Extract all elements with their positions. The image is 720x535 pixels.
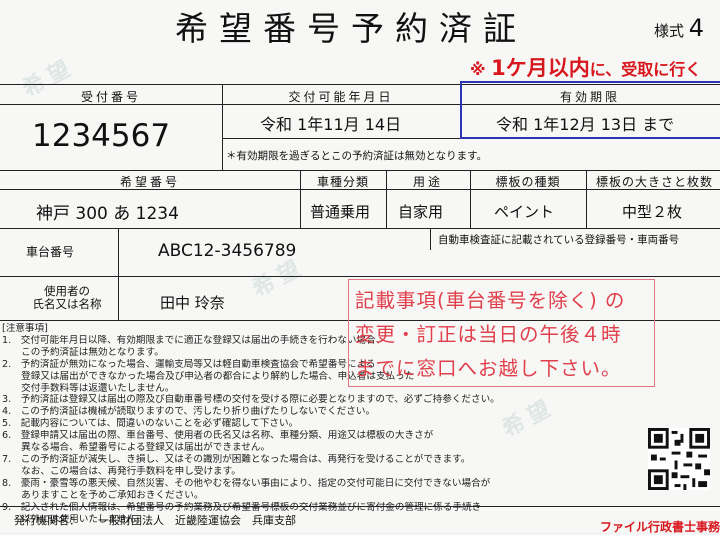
plate-number-header: 希望番号 xyxy=(119,175,180,189)
plate-number: 神戸 300 あ 1234 xyxy=(36,204,179,224)
chassis-number: ABC12-3456789 xyxy=(158,241,297,261)
receipt-number-header: 受付番号 xyxy=(80,90,141,104)
plate-type: ペイント xyxy=(494,203,555,221)
plate-size: 中型２枚 xyxy=(622,203,683,221)
issuer: 発行機関名： 一般財団法人 近畿陸運協会 兵庫支部 xyxy=(14,514,296,527)
document-title: 希望番号予約済証 xyxy=(175,9,527,48)
receipt-number: 1234567 xyxy=(32,118,171,154)
expiry-date: 令和 1年12月 13日 まで xyxy=(496,115,675,134)
plate-size-header: 標板の大きさと枚数 xyxy=(596,175,714,189)
note-line: ありますことを予めご承知おきください。 xyxy=(2,489,204,501)
delivery-date-header: 交付可能年月日 xyxy=(288,90,394,104)
usage-header: 用途 xyxy=(412,175,443,189)
chassis-note: 自動車検査証に記載されている登録番号・車両番号 xyxy=(438,234,680,246)
chassis-number-label: 車台番号 xyxy=(26,245,75,259)
note-line: 6. 登録申請又は届出の際、車台番号、使用者の氏名又は名称、車種分類、用途又は標… xyxy=(2,430,434,442)
red-stamp: 記載事項(車台番号を除く) の 変更・訂正は当日の午後４時 までに窓口へお越し下… xyxy=(348,279,655,387)
note-line: 4. この予約済証は機械が読取りますので、汚したり折り曲げたりしないでください。 xyxy=(2,406,376,418)
note-line: 8. 豪雨・豪雪等の悪天候、自然災害、その他やむを得ない事由により、指定の交付可… xyxy=(2,477,491,489)
reservation-certificate: 希望 希望 希望 希望番号予約済証 様式 4 ※ 1ケ月以内に、受取に行く 受付… xyxy=(0,0,720,534)
note-line: 5. 記載内容については、間違いのないことを必ず確認して下さい。 xyxy=(2,418,299,430)
note-line: 異なる場合、希望番号による登録又は届出ができません。 xyxy=(2,442,271,454)
vehicle-class: 普通乗用 xyxy=(310,203,371,221)
plate-type-header: 標板の種類 xyxy=(495,175,561,189)
expiry-note: ＊有効期限を過ぎるとこの予約済証は無効となります。 xyxy=(226,150,488,162)
owner-name: 田中 玲奈 xyxy=(160,294,225,312)
owner-label: 使用者の 氏名又は名称 xyxy=(32,284,102,311)
pickup-notice: ※ 1ケ月以内に、受取に行く xyxy=(470,56,702,80)
note-line: なお、この場合は、再発行手数料を申し受けます。 xyxy=(2,465,241,477)
delivery-date: 令和 1年11月 14日 xyxy=(260,115,402,134)
note-line: 3. 予約済証は登録又は届出の際及び自動車番号標の交付を受ける際に必要となります… xyxy=(2,394,500,406)
usage: 自家用 xyxy=(398,203,444,221)
vehicle-class-header: 車種分類 xyxy=(316,175,369,189)
note-line: 7. この予約済証が減失し、き損し、又はその識別が困難となった場合は、再発行を受… xyxy=(2,453,471,465)
qr-code xyxy=(648,428,710,490)
style-number: 様式 4 xyxy=(654,14,705,42)
expiry-header: 有効期限 xyxy=(559,90,620,104)
footer-cut-text: ファイル行政書士事務 xyxy=(600,520,720,534)
